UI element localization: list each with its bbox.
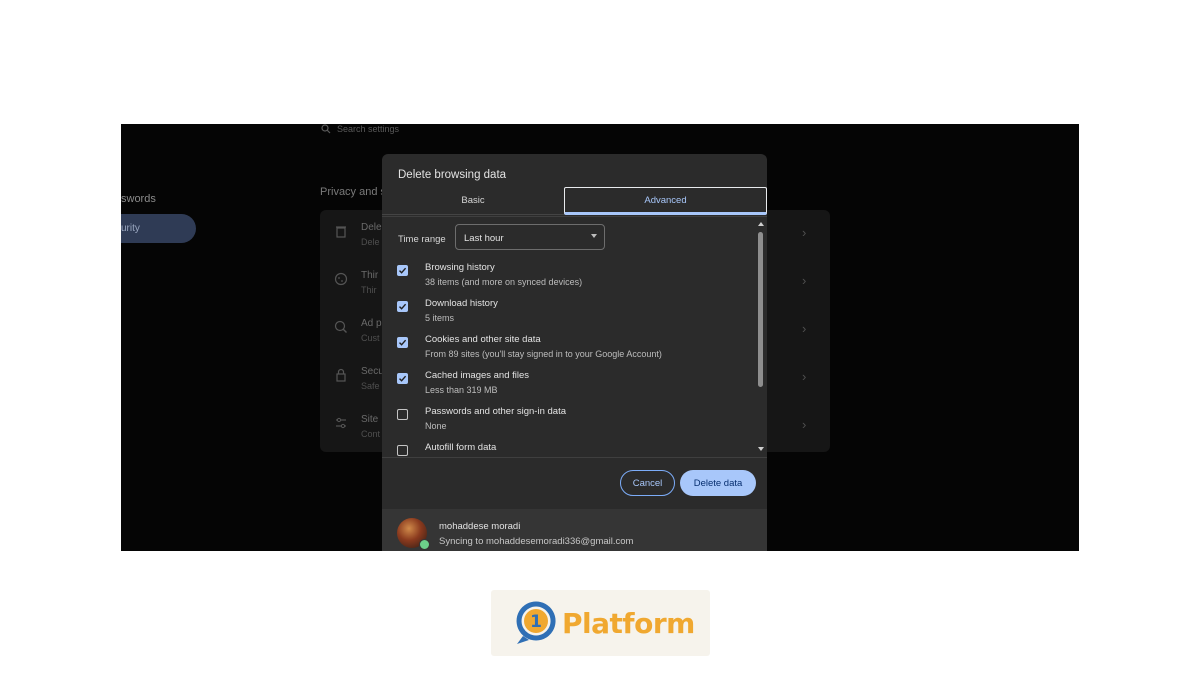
list-item[interactable]: Cached images and files Less than 319 MB — [382, 370, 757, 406]
platform-logo: 1 Platform — [491, 590, 710, 656]
trash-icon — [336, 226, 346, 238]
time-range-label: Time range — [398, 234, 446, 245]
row-title: Ad p — [361, 318, 382, 329]
row-title: Site — [361, 414, 379, 425]
scroll-down-arrow-icon[interactable] — [758, 447, 764, 451]
checkbox-unchecked[interactable] — [397, 409, 408, 420]
item-title: Browsing history — [425, 262, 495, 273]
list-item[interactable]: Autofill form data — [382, 442, 757, 456]
checkbox-unchecked[interactable] — [397, 445, 408, 456]
divider — [382, 457, 767, 458]
check-icon — [399, 303, 407, 310]
item-subtitle: 5 items — [425, 313, 455, 323]
chevron-right-icon: › — [802, 225, 807, 240]
item-title: Download history — [425, 298, 498, 309]
row-title: Dele — [361, 222, 382, 233]
dialog-title: Delete browsing data — [398, 169, 507, 181]
account-sync-status: Syncing to mohaddesemoradi336@gmail.com — [439, 536, 634, 547]
check-icon — [399, 267, 407, 274]
item-title: Passwords and other sign-in data — [425, 406, 566, 417]
chevron-right-icon: › — [802, 321, 807, 336]
list-item[interactable]: Browsing history 38 items (and more on s… — [382, 262, 757, 298]
row-subtitle: Dele — [361, 237, 380, 247]
item-title: Cached images and files — [425, 370, 530, 381]
logo-digit: 1 — [530, 612, 542, 632]
sync-badge-icon — [419, 539, 430, 550]
check-icon — [399, 375, 407, 382]
checkbox-checked[interactable] — [397, 301, 408, 312]
delete-browsing-data-dialog: Delete browsing data Basic Advanced Time… — [382, 154, 767, 551]
logo-mark-icon: 1 — [516, 601, 556, 644]
item-subtitle: From 89 sites (you'll stay signed in to … — [425, 349, 662, 359]
search-placeholder: Search settings — [337, 124, 400, 134]
item-title: Cookies and other site data — [425, 334, 541, 345]
chevron-right-icon: › — [802, 273, 807, 288]
sidebar-item-passwords: swords — [121, 193, 156, 205]
cancel-button[interactable]: Cancel — [620, 470, 675, 496]
checkbox-checked[interactable] — [397, 265, 408, 276]
account-section: mohaddese moradi Syncing to mohaddesemor… — [382, 509, 767, 551]
data-types-list: Browsing history 38 items (and more on s… — [382, 262, 757, 456]
list-item[interactable]: Download history 5 items — [382, 298, 757, 334]
row-title: Thir — [361, 270, 379, 281]
logo-text: Platform — [562, 607, 695, 640]
item-subtitle: 38 items (and more on synced devices) — [425, 277, 583, 287]
scroll-up-arrow-icon[interactable] — [758, 222, 764, 226]
sidebar-item-label: urity — [121, 223, 140, 234]
tab-advanced[interactable]: Advanced — [564, 187, 767, 215]
time-range-value: Last hour — [464, 233, 504, 244]
list-item[interactable]: Cookies and other site data From 89 site… — [382, 334, 757, 370]
list-item[interactable]: Passwords and other sign-in data None — [382, 406, 757, 442]
search-icon — [321, 124, 331, 134]
lock-icon — [336, 368, 346, 382]
row-subtitle: Cust — [361, 333, 380, 343]
delete-data-button[interactable]: Delete data — [680, 470, 756, 496]
item-title: Autofill form data — [425, 442, 497, 453]
settings-search: Search settings — [321, 124, 399, 134]
section-title: Privacy and s — [320, 186, 387, 198]
scrollbar-thumb[interactable] — [758, 232, 763, 387]
account-name: mohaddese moradi — [439, 521, 521, 532]
chevron-right-icon: › — [802, 369, 807, 384]
browser-screen: Search settings swords urity Privacy and… — [121, 124, 1079, 551]
sidebar-item-security-selected: urity — [121, 214, 196, 243]
row-subtitle: Cont — [361, 429, 381, 439]
ad-privacy-icon — [334, 320, 347, 333]
checkbox-checked[interactable] — [397, 373, 408, 384]
check-icon — [399, 339, 407, 346]
item-subtitle: Less than 319 MB — [425, 385, 498, 395]
divider — [382, 216, 767, 217]
cookie-icon — [334, 272, 348, 286]
time-range-select[interactable]: Last hour — [455, 224, 605, 250]
row-subtitle: Thir — [361, 285, 377, 295]
checkbox-checked[interactable] — [397, 337, 408, 348]
sliders-icon — [336, 417, 346, 429]
dropdown-arrow-icon — [591, 234, 597, 238]
tab-basic[interactable]: Basic — [382, 187, 564, 215]
row-title: Secu — [361, 366, 384, 377]
item-subtitle: None — [425, 421, 447, 431]
scrollbar[interactable] — [757, 220, 765, 456]
row-subtitle: Safe — [361, 381, 380, 391]
chevron-right-icon: › — [802, 417, 807, 432]
